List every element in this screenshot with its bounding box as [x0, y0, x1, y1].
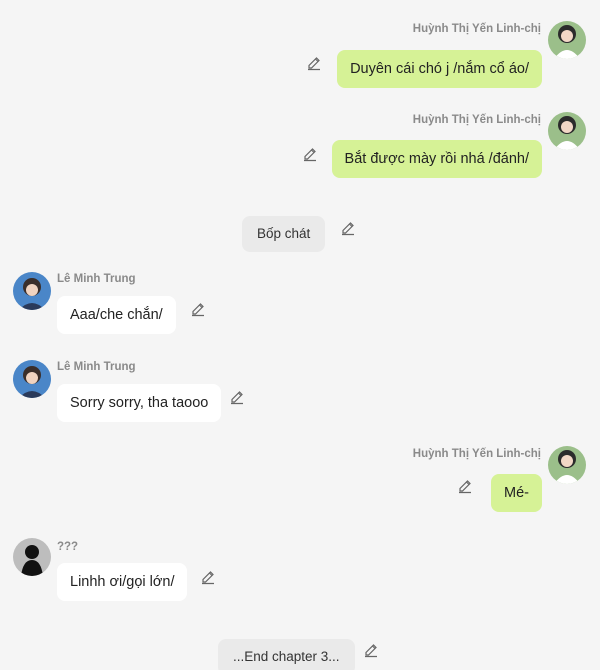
avatar-linh[interactable]: [548, 446, 586, 484]
sender-name: Huỳnh Thị Yến Linh-chị: [412, 448, 541, 460]
sender-name: Lê Minh Trung: [57, 273, 136, 285]
sender-name: Huỳnh Thị Yến Linh-chị: [412, 23, 541, 35]
avatar-linh[interactable]: [548, 112, 586, 150]
girl-avatar-icon: [548, 446, 586, 484]
edit-icon[interactable]: [306, 55, 322, 71]
message-bubble[interactable]: Sorry sorry, tha taooo: [57, 384, 222, 422]
edit-icon[interactable]: [340, 220, 356, 236]
girl-avatar-icon: [548, 21, 586, 59]
girl-avatar-icon: [548, 112, 586, 150]
message-bubble[interactable]: Aaa/che chắn/: [57, 296, 176, 334]
edit-icon[interactable]: [457, 478, 473, 494]
message-bubble[interactable]: Bắt được mày rồi nhá /đánh/: [331, 140, 542, 178]
message-bubble[interactable]: Duyên cái chó j /nắm cổ áo/: [337, 50, 542, 88]
narration-bubble[interactable]: Bốp chát: [242, 216, 326, 252]
message-bubble[interactable]: Linhh ơi/gọi lớn/: [57, 563, 188, 601]
sender-name: Huỳnh Thị Yến Linh-chị: [412, 114, 541, 126]
sender-name: ???: [57, 541, 79, 553]
edit-icon[interactable]: [302, 146, 318, 162]
boy-avatar-icon: [13, 272, 51, 310]
avatar-unknown[interactable]: [13, 538, 51, 576]
narration-bubble[interactable]: ...End chapter 3...: [218, 639, 355, 670]
boy-avatar-icon: [13, 360, 51, 398]
edit-icon[interactable]: [363, 642, 379, 658]
sender-name: Lê Minh Trung: [57, 361, 136, 373]
silhouette-avatar-icon: [13, 538, 51, 576]
avatar-trung[interactable]: [13, 272, 51, 310]
avatar-trung[interactable]: [13, 360, 51, 398]
edit-icon[interactable]: [229, 389, 245, 405]
message-bubble[interactable]: Mé-: [491, 474, 542, 512]
avatar-linh[interactable]: [548, 21, 586, 59]
edit-icon[interactable]: [200, 569, 216, 585]
edit-icon[interactable]: [190, 301, 206, 317]
